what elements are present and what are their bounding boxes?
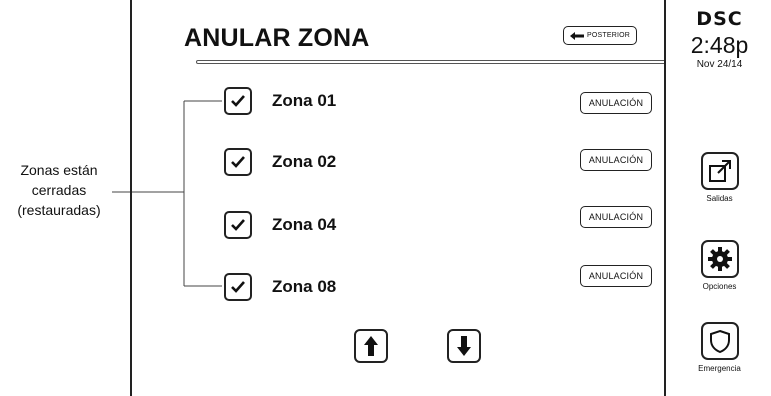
exit-icon [700,152,739,190]
scroll-down-button[interactable] [447,329,481,363]
arrow-up-icon [364,336,378,356]
zone-label: Zona 08 [272,277,337,296]
zone-checkbox[interactable] [224,273,252,301]
check-icon [231,219,245,231]
annotation-line-2: cerradas [31,182,87,198]
options-button[interactable]: Opciones [666,240,771,291]
exits-label: Salidas [706,194,733,203]
zone-label: Zona 02 [272,152,337,171]
sidebar: DSC 2:48p Nov 24/14 Salidas Opciones Eme… [664,0,771,396]
bypass-button[interactable]: ANULACIÓN [580,206,652,228]
page-title: ANULAR ZONA [184,24,370,52]
options-label: Opciones [702,282,737,291]
bypass-button[interactable]: ANULACIÓN [580,149,652,171]
dsc-logo: DSC [696,8,743,30]
annotation-line-1: Zonas están [20,162,98,178]
keypad-screen: ANULAR ZONA POSTERIOR Zona 01 ANULACIÓN … [130,0,771,396]
annotation-line-3: (restauradas) [17,202,101,218]
exits-button[interactable]: Salidas [666,152,771,203]
bypass-button[interactable]: ANULACIÓN [580,265,652,287]
check-icon [231,156,245,168]
main-panel: ANULAR ZONA POSTERIOR Zona 01 ANULACIÓN … [132,0,666,396]
check-icon [231,95,245,107]
emergency-icon [700,322,739,360]
left-arrow-icon [569,31,584,40]
status-block: DSC 2:48p Nov 24/14 [666,8,771,70]
back-button[interactable]: POSTERIOR [563,26,637,45]
zone-checkbox[interactable] [224,211,252,239]
bypass-button[interactable]: ANULACIÓN [580,92,652,114]
check-icon [231,281,245,293]
clock-date: Nov 24/14 [696,59,743,70]
back-button-label: POSTERIOR [586,32,631,39]
emergency-button[interactable]: Emergencia [666,322,771,373]
zone-label: Zona 01 [272,91,337,110]
arrow-down-icon [457,336,471,356]
options-icon [700,240,739,278]
zone-label: Zona 04 [272,215,337,234]
scroll-up-button[interactable] [354,329,388,363]
emergency-label: Emergencia [698,364,741,373]
zone-checkbox[interactable] [224,87,252,115]
zone-checkbox[interactable] [224,148,252,176]
title-divider [196,60,666,64]
clock-time: 2:48p [690,32,749,58]
zones-closed-annotation: Zonas están cerradas (restauradas) [0,160,118,220]
